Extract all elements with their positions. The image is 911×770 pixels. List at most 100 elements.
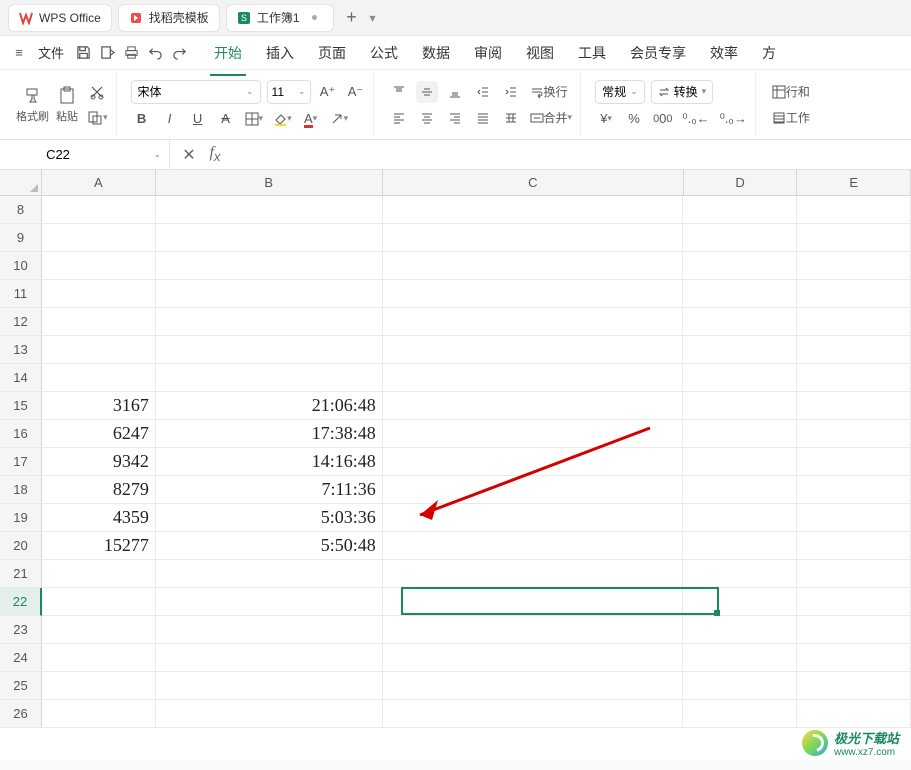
increase-font-icon[interactable]: A⁺ — [317, 81, 339, 103]
row-header-9[interactable]: 9 — [0, 224, 42, 252]
save-icon[interactable] — [74, 44, 92, 62]
formula-input[interactable] — [232, 147, 901, 162]
cell-E17[interactable] — [797, 448, 911, 476]
spreadsheet-grid[interactable]: ABCDE 8910111213141516171819202122232425… — [0, 170, 911, 760]
copy-icon[interactable]: ▾ — [85, 107, 110, 129]
row-header-11[interactable]: 11 — [0, 280, 42, 308]
cell-E8[interactable] — [797, 196, 911, 224]
cell-D13[interactable] — [683, 336, 797, 364]
cell-D17[interactable] — [683, 448, 797, 476]
cell-A14[interactable] — [42, 364, 156, 392]
ribbon-tab-review[interactable]: 审阅 — [470, 37, 506, 69]
cell-B22[interactable] — [156, 588, 383, 616]
convert-button[interactable]: 转换▾ — [651, 80, 714, 104]
cell-E9[interactable] — [797, 224, 911, 252]
row-header-15[interactable]: 15 — [0, 392, 42, 420]
tab-wps-home[interactable]: WPS Office — [8, 4, 112, 32]
strikethrough-icon[interactable]: A — [215, 108, 237, 130]
cell-B10[interactable] — [156, 252, 383, 280]
cell-C24[interactable] — [383, 644, 683, 672]
cell-D14[interactable] — [683, 364, 797, 392]
cell-A17[interactable]: 9342 — [42, 448, 156, 476]
cell-A18[interactable]: 8279 — [42, 476, 156, 504]
row-header-26[interactable]: 26 — [0, 700, 42, 728]
cell-C11[interactable] — [383, 280, 683, 308]
cell-B24[interactable] — [156, 644, 383, 672]
cell-C26[interactable] — [383, 700, 683, 728]
cell-A15[interactable]: 3167 — [42, 392, 156, 420]
cell-B23[interactable] — [156, 616, 383, 644]
cell-C23[interactable] — [383, 616, 683, 644]
align-right-icon[interactable] — [444, 107, 466, 129]
cell-C14[interactable] — [383, 364, 683, 392]
cell-D10[interactable] — [683, 252, 797, 280]
fill-color-icon[interactable]: ▾ — [271, 108, 294, 130]
ribbon-tab-data[interactable]: 数据 — [418, 37, 454, 69]
ribbon-tab-efficiency[interactable]: 效率 — [706, 37, 742, 69]
cell-E18[interactable] — [797, 476, 911, 504]
cell-D18[interactable] — [683, 476, 797, 504]
align-bottom-icon[interactable] — [444, 81, 466, 103]
increase-decimal-icon[interactable]: ⁰.₀→ — [718, 108, 749, 130]
cell-C19[interactable] — [383, 504, 683, 532]
fx-icon[interactable]: fx — [206, 144, 224, 164]
row-header-24[interactable]: 24 — [0, 644, 42, 672]
cell-A12[interactable] — [42, 308, 156, 336]
cell-B9[interactable] — [156, 224, 383, 252]
cell-E13[interactable] — [797, 336, 911, 364]
currency-icon[interactable]: ¥ ▾ — [595, 108, 617, 130]
row-header-18[interactable]: 18 — [0, 476, 42, 504]
cell-C8[interactable] — [383, 196, 683, 224]
cell-D12[interactable] — [683, 308, 797, 336]
cell-E24[interactable] — [797, 644, 911, 672]
cancel-formula-icon[interactable]: ✕ — [180, 145, 198, 165]
column-header-B[interactable]: B — [156, 170, 383, 196]
bold-icon[interactable]: B — [131, 108, 153, 130]
cell-E12[interactable] — [797, 308, 911, 336]
cell-B21[interactable] — [156, 560, 383, 588]
ribbon-tab-home[interactable]: 开始 — [210, 37, 246, 69]
cell-C21[interactable] — [383, 560, 683, 588]
font-color-icon[interactable]: A▾ — [300, 108, 322, 130]
tab-template[interactable]: 找稻壳模板 — [118, 4, 220, 32]
undo-icon[interactable] — [146, 44, 164, 62]
column-header-E[interactable]: E — [797, 170, 911, 196]
cell-A25[interactable] — [42, 672, 156, 700]
cell-C13[interactable] — [383, 336, 683, 364]
increase-indent-icon[interactable] — [500, 81, 522, 103]
cell-C9[interactable] — [383, 224, 683, 252]
row-header-23[interactable]: 23 — [0, 616, 42, 644]
column-header-D[interactable]: D — [684, 170, 798, 196]
cell-D20[interactable] — [683, 532, 797, 560]
cell-A22[interactable] — [42, 588, 156, 616]
menu-icon[interactable]: ≡ — [10, 44, 28, 62]
cell-B14[interactable] — [156, 364, 383, 392]
merge-cells-button[interactable]: 合并▾ — [528, 107, 575, 129]
cell-A13[interactable] — [42, 336, 156, 364]
cell-B12[interactable] — [156, 308, 383, 336]
cell-B13[interactable] — [156, 336, 383, 364]
cell-E26[interactable] — [797, 700, 911, 728]
tab-overflow-button[interactable]: ▾ — [370, 11, 386, 25]
rows-cols-button[interactable]: 行和 — [770, 81, 812, 103]
cell-B19[interactable]: 5:03:36 — [156, 504, 383, 532]
cell-B17[interactable]: 14:16:48 — [156, 448, 383, 476]
cell-B26[interactable] — [156, 700, 383, 728]
cell-D21[interactable] — [683, 560, 797, 588]
export-icon[interactable] — [98, 44, 116, 62]
decrease-font-icon[interactable]: A⁻ — [345, 81, 367, 103]
clear-format-icon[interactable]: ▾ — [328, 108, 351, 130]
cell-D22[interactable] — [683, 588, 797, 616]
ribbon-tab-view[interactable]: 视图 — [522, 37, 558, 69]
number-format-select[interactable]: 常规⌄ — [595, 80, 645, 104]
cell-D9[interactable] — [683, 224, 797, 252]
cell-E10[interactable] — [797, 252, 911, 280]
cell-A9[interactable] — [42, 224, 156, 252]
align-center-icon[interactable] — [416, 107, 438, 129]
align-justify-icon[interactable] — [472, 107, 494, 129]
cell-D23[interactable] — [683, 616, 797, 644]
cell-A19[interactable]: 4359 — [42, 504, 156, 532]
italic-icon[interactable]: I — [159, 108, 181, 130]
decrease-indent-icon[interactable] — [472, 81, 494, 103]
cell-D11[interactable] — [683, 280, 797, 308]
